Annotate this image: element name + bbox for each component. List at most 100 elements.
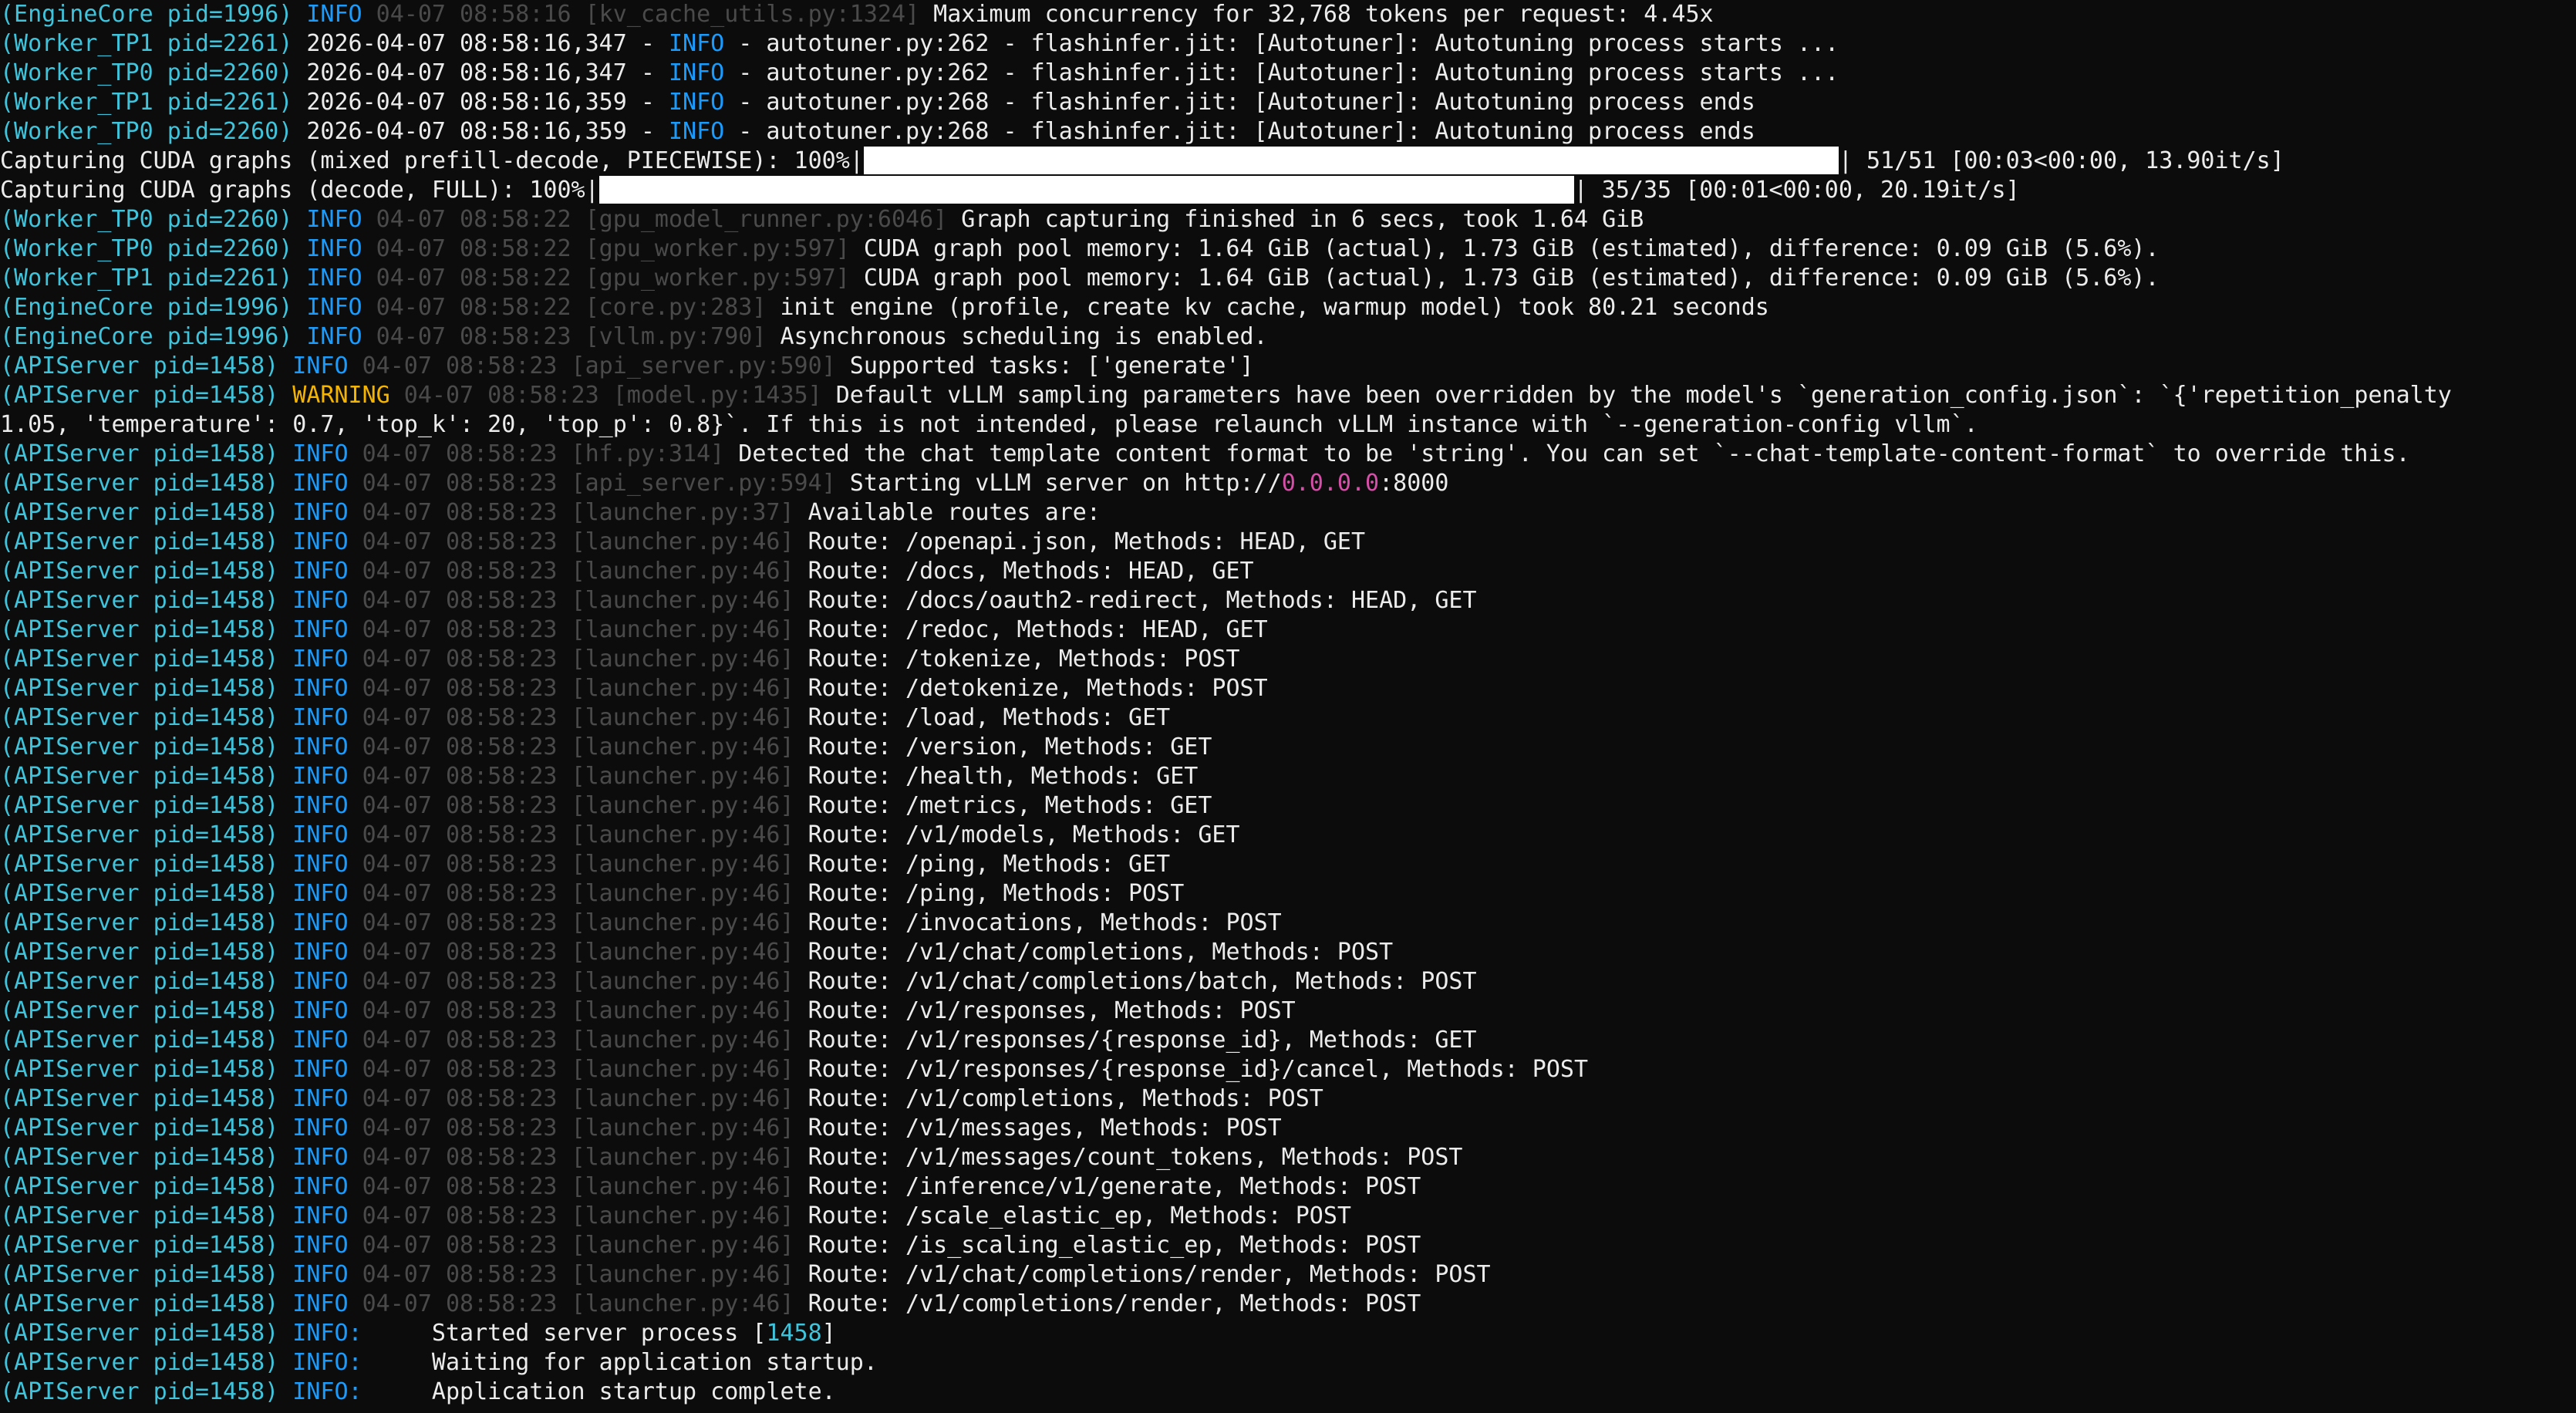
log-message: Route: /health, Methods: GET	[808, 763, 1199, 790]
log-meta: 04-07 08:58:23 [launcher.py:46]	[362, 909, 794, 936]
log-meta: 04-07 08:58:23 [launcher.py:46]	[362, 880, 794, 907]
log-line: (APIServer pid=1458) INFO 04-07 08:58:23…	[0, 557, 2576, 586]
log-line: (APIServer pid=1458) INFO 04-07 08:58:23…	[0, 762, 2576, 791]
process-prefix: (Worker_TP1 pid=2261)	[0, 30, 293, 57]
log-level: INFO	[292, 616, 349, 643]
log-message: Route: /inference/v1/generate, Methods: …	[808, 1173, 1421, 1200]
log-meta: 04-07 08:58:23 [launcher.py:46]	[362, 704, 794, 731]
log-level: INFO	[292, 968, 349, 995]
log-level: INFO	[292, 558, 349, 585]
process-prefix: (APIServer pid=1458)	[0, 1202, 279, 1229]
progress-line: Capturing CUDA graphs (mixed prefill-dec…	[0, 147, 2576, 176]
log-level: INFO	[292, 440, 349, 467]
log-meta: 04-07 08:58:23 [launcher.py:46]	[362, 1115, 794, 1142]
log-level: INFO	[306, 1, 362, 28]
log-level: INFO	[292, 792, 349, 819]
log-message: Route: /ping, Methods: POST	[808, 880, 1185, 907]
log-level: INFO	[292, 499, 349, 526]
log-meta: 04-07 08:58:23 [launcher.py:46]	[362, 528, 794, 555]
process-prefix: (Worker_TP1 pid=2261)	[0, 265, 293, 292]
server-host: 0.0.0.0	[1281, 470, 1380, 497]
log-level: INFO	[306, 206, 362, 233]
log-level: INFO	[292, 909, 349, 936]
process-prefix: (APIServer pid=1458)	[0, 1085, 279, 1112]
log-message: CUDA graph pool memory: 1.64 GiB (actual…	[863, 235, 2160, 262]
process-prefix: (APIServer pid=1458)	[0, 1290, 279, 1317]
process-prefix: (APIServer pid=1458)	[0, 1232, 279, 1259]
log-line: (APIServer pid=1458) INFO 04-07 08:58:23…	[0, 1084, 2576, 1114]
log-line: (APIServer pid=1458) INFO 04-07 08:58:23…	[0, 703, 2576, 733]
log-level: INFO	[306, 235, 362, 262]
log-message: Detected the chat template content forma…	[738, 440, 2410, 467]
process-prefix: (Worker_TP1 pid=2261)	[0, 89, 293, 116]
process-prefix: (APIServer pid=1458)	[0, 880, 279, 907]
log-message: Graph capturing finished in 6 secs, took…	[961, 206, 1644, 233]
log-level: INFO	[292, 470, 349, 497]
log-level: INFO	[668, 89, 725, 116]
terminal-output[interactable]: (EngineCore pid=1996) INFO 04-07 08:58:1…	[0, 0, 2576, 1413]
log-line: (APIServer pid=1458) INFO 04-07 08:58:23…	[0, 674, 2576, 703]
log-meta: 04-07 08:58:23 [launcher.py:46]	[362, 968, 794, 995]
process-prefix: (APIServer pid=1458)	[0, 470, 279, 497]
log-line: (APIServer pid=1458) INFO 04-07 08:58:23…	[0, 879, 2576, 909]
log-level: INFO	[292, 1056, 349, 1083]
log-meta: 04-07 08:58:23 [launcher.py:46]	[362, 733, 794, 760]
log-line: (Worker_TP1 pid=2261) 2026-04-07 08:58:1…	[0, 29, 2576, 59]
log-message: Route: /detokenize, Methods: POST	[808, 675, 1268, 702]
log-message: Route: /tokenize, Methods: POST	[808, 646, 1240, 673]
log-message: Route: /openapi.json, Methods: HEAD, GET	[808, 528, 1366, 555]
log-message: Route: /v1/chat/completions, Methods: PO…	[808, 939, 1394, 966]
log-meta: 04-07 08:58:22 [gpu_worker.py:597]	[376, 265, 850, 292]
log-level: INFO	[306, 294, 362, 321]
log-message: Route: /v1/completions, Methods: POST	[808, 1085, 1323, 1112]
log-line: (Worker_TP0 pid=2260) 2026-04-07 08:58:1…	[0, 117, 2576, 147]
log-level: INFO	[306, 265, 362, 292]
log-message: Route: /v1/chat/completions/render, Meth…	[808, 1261, 1491, 1288]
process-prefix: (EngineCore pid=1996)	[0, 1, 293, 28]
process-prefix: (APIServer pid=1458)	[0, 704, 279, 731]
process-prefix: (EngineCore pid=1996)	[0, 294, 293, 321]
process-prefix: (APIServer pid=1458)	[0, 1144, 279, 1171]
process-prefix: (APIServer pid=1458)	[0, 792, 279, 819]
log-line: (APIServer pid=1458) INFO 04-07 08:58:23…	[0, 1260, 2576, 1290]
log-meta: 04-07 08:58:23 [launcher.py:46]	[362, 1085, 794, 1112]
log-level: INFO	[292, 704, 349, 731]
log-message: Supported tasks: ['generate']	[849, 352, 1254, 379]
log-line: (APIServer pid=1458) INFO 04-07 08:58:23…	[0, 733, 2576, 762]
log-meta: 04-07 08:58:22 [core.py:283]	[376, 294, 767, 321]
log-line: (Worker_TP1 pid=2261) 2026-04-07 08:58:1…	[0, 88, 2576, 117]
log-meta: 04-07 08:58:23 [launcher.py:46]	[362, 646, 794, 673]
log-level: INFO:	[292, 1349, 362, 1376]
log-level: INFO	[292, 1085, 349, 1112]
log-line: (APIServer pid=1458) INFO 04-07 08:58:23…	[0, 909, 2576, 938]
log-meta: 04-07 08:58:23 [launcher.py:46]	[362, 1056, 794, 1083]
process-prefix: (APIServer pid=1458)	[0, 1056, 279, 1083]
log-message: Default vLLM sampling parameters have be…	[835, 382, 2452, 409]
log-line: (APIServer pid=1458) INFO 04-07 08:58:23…	[0, 850, 2576, 879]
log-level: INFO	[292, 1290, 349, 1317]
log-meta: 04-07 08:58:23 [launcher.py:46]	[362, 821, 794, 848]
progress-stats: | 35/35 [00:01<00:00, 20.19it/s]	[1573, 177, 2020, 204]
progress-label: Capturing CUDA graphs (mixed prefill-dec…	[0, 147, 864, 174]
process-prefix: (APIServer pid=1458)	[0, 1173, 279, 1200]
log-message: Route: /is_scaling_elastic_ep, Methods: …	[808, 1232, 1421, 1259]
log-meta: 04-07 08:58:16 [kv_cache_utils.py:1324]	[376, 1, 920, 28]
log-message: Route: /v1/responses/{response_id}, Meth…	[808, 1027, 1477, 1054]
log-meta: 04-07 08:58:23 [launcher.py:46]	[362, 1027, 794, 1054]
progress-bar	[863, 147, 1839, 174]
log-line: (APIServer pid=1458) INFO 04-07 08:58:23…	[0, 528, 2576, 557]
log-message: Started server process [	[362, 1320, 767, 1347]
process-prefix: (APIServer pid=1458)	[0, 1261, 279, 1288]
process-prefix: (APIServer pid=1458)	[0, 733, 279, 760]
server-port: :8000	[1379, 470, 1449, 497]
log-message: Route: /v1/responses, Methods: POST	[808, 997, 1296, 1024]
log-message: Waiting for application startup.	[362, 1349, 878, 1376]
log-meta: 04-07 08:58:23 [launcher.py:46]	[362, 1202, 794, 1229]
log-line: (APIServer pid=1458) WARNING 04-07 08:58…	[0, 381, 2576, 410]
log-message: - autotuner.py:262 - flashinfer.jit: [Au…	[724, 30, 1839, 57]
log-level: INFO	[292, 763, 349, 790]
log-line: (APIServer pid=1458) INFO 04-07 08:58:23…	[0, 469, 2576, 498]
process-prefix: (APIServer pid=1458)	[0, 675, 279, 702]
log-message: Route: /metrics, Methods: GET	[808, 792, 1212, 819]
log-meta: 04-07 08:58:23 [launcher.py:46]	[362, 616, 794, 643]
